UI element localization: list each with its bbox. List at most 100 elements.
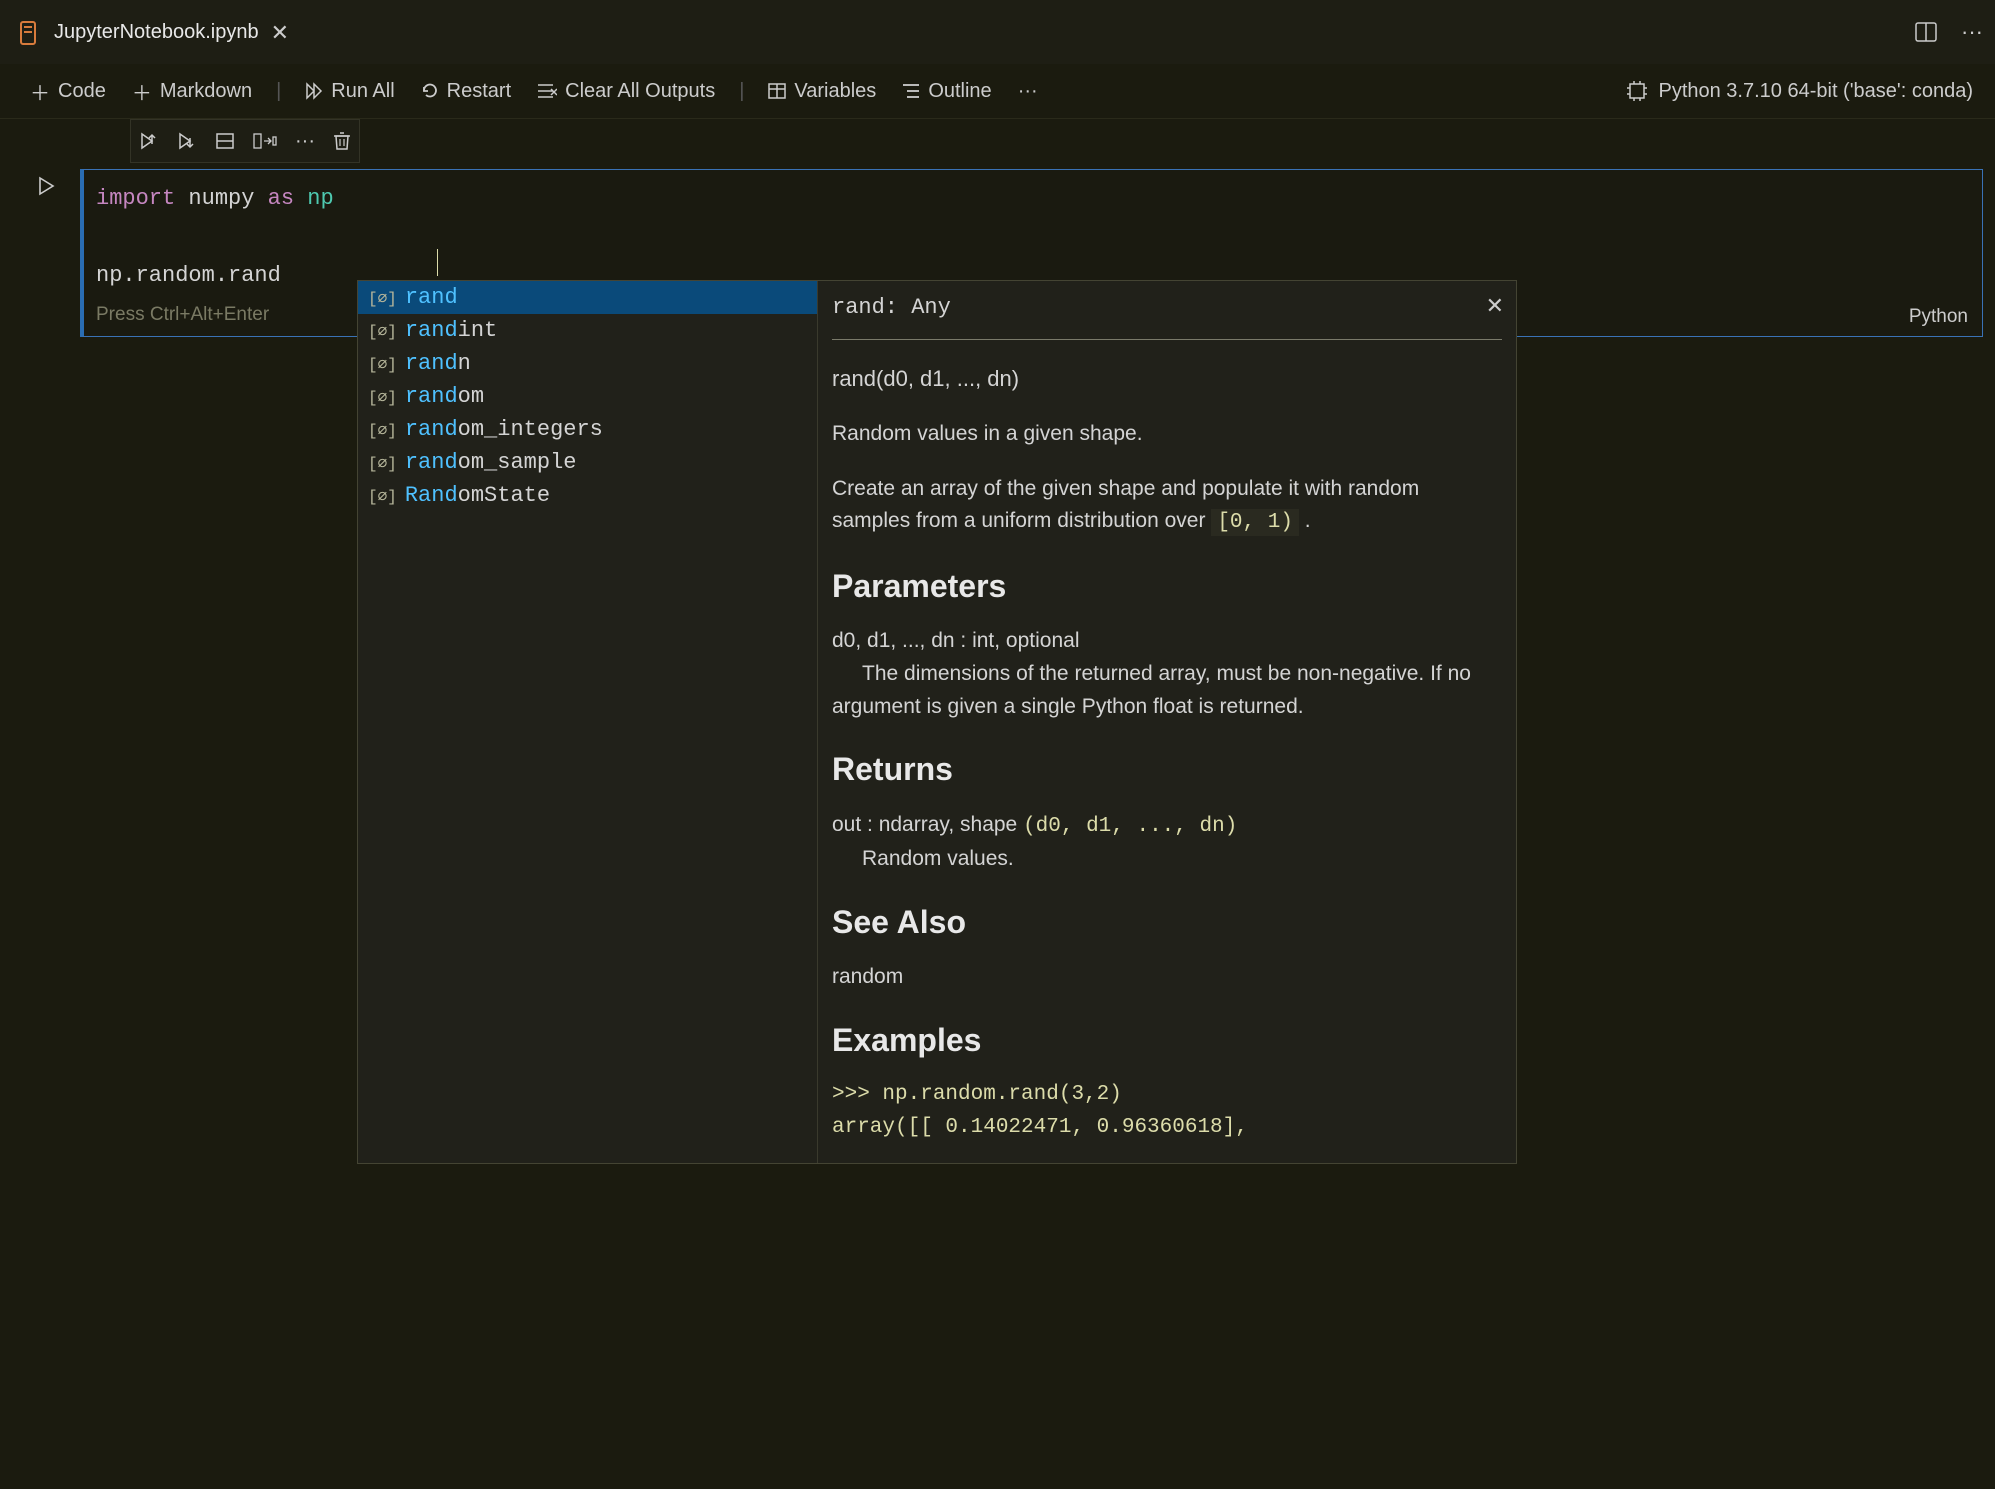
add-code-button[interactable]: ＋ Code [22, 71, 114, 112]
run-cell-icon[interactable] [36, 175, 56, 337]
match-text: rand [405, 318, 458, 343]
doc-example-line: >>> np.random.rand(3,2) [832, 1079, 1502, 1112]
run-by-line-icon[interactable] [139, 132, 159, 150]
run-all-icon [305, 82, 323, 100]
outline-icon [902, 83, 920, 99]
more-actions-icon[interactable]: ··· [1961, 19, 1983, 45]
doc-inline-code: (d0, d1, ..., dn) [1023, 815, 1237, 838]
variables-icon [768, 83, 786, 99]
keyword-import: import [96, 186, 175, 211]
toolbar-more-icon[interactable]: ··· [1010, 74, 1046, 109]
match-text: rand [405, 285, 458, 310]
restart-icon [421, 82, 439, 100]
autocomplete-widget: [⌀] rand [⌀] randint [⌀] randn [⌀] rando… [357, 280, 1517, 1164]
code-text: numpy [175, 186, 267, 211]
symbol-icon: [⌀] [368, 453, 397, 473]
doc-header: rand: Any [832, 291, 1502, 340]
doc-text: . [1299, 509, 1311, 532]
suggestion-item[interactable]: [⌀] randint [358, 314, 817, 347]
divider: | [276, 80, 281, 103]
rest-text: n [458, 351, 471, 376]
suggestion-item[interactable]: [⌀] RandomState [358, 479, 817, 512]
symbol-icon: [⌀] [368, 354, 397, 374]
outline-label: Outline [928, 80, 991, 103]
match-text: rand [405, 384, 458, 409]
match-text: rand [405, 351, 458, 376]
doc-heading-examples: Examples [832, 1016, 1502, 1066]
suggestion-item[interactable]: [⌀] randn [358, 347, 817, 380]
rest-text: int [458, 318, 498, 343]
tab-bar: JupyterNotebook.ipynb ✕ ··· [0, 0, 1995, 64]
doc-seealso: random [832, 961, 1502, 994]
variables-button[interactable]: Variables [760, 74, 884, 109]
split-editor-icon[interactable] [1915, 21, 1937, 43]
code-text: np [294, 186, 334, 211]
doc-inline-code: [0, 1) [1211, 509, 1299, 536]
documentation-panel[interactable]: ✕ rand: Any rand(d0, d1, ..., dn) Random… [818, 281, 1516, 1163]
doc-heading-parameters: Parameters [832, 562, 1502, 612]
cell-toolbar: ··· [130, 119, 360, 163]
kernel-label: Python 3.7.10 64-bit ('base': conda) [1658, 80, 1973, 103]
doc-example-line: array([[ 0.14022471, 0.96360618], [832, 1112, 1502, 1145]
suggestion-item[interactable]: [⌀] random_integers [358, 413, 817, 446]
add-markdown-button[interactable]: ＋ Markdown [124, 71, 260, 112]
suggestion-item[interactable]: [⌀] random_sample [358, 446, 817, 479]
symbol-icon: [⌀] [368, 420, 397, 440]
doc-heading-seealso: See Also [832, 898, 1502, 948]
text-cursor [437, 249, 438, 276]
symbol-icon: [⌀] [368, 486, 397, 506]
rest-text: omState [458, 483, 550, 508]
symbol-icon: [⌀] [368, 288, 397, 308]
rest-text: om_integers [458, 417, 603, 442]
ellipsis-icon[interactable]: ··· [295, 130, 315, 153]
clear-outputs-icon [537, 83, 557, 99]
match-text: Rand [405, 483, 458, 508]
more-cell-actions-icon[interactable] [253, 132, 277, 150]
match-text: rand [405, 450, 458, 475]
doc-signature: rand(d0, d1, ..., dn) [832, 362, 1502, 396]
kernel-selector[interactable]: Python 3.7.10 64-bit ('base': conda) [1626, 80, 1973, 103]
clear-outputs-button[interactable]: Clear All Outputs [529, 74, 723, 109]
code-text: np.random.rand [96, 263, 281, 288]
keyword-as: as [268, 186, 294, 211]
notebook-toolbar: ＋ Code ＋ Markdown | Run All Restart Clea… [0, 64, 1995, 119]
markdown-label: Markdown [160, 80, 252, 103]
suggestion-item[interactable]: [⌀] random [358, 380, 817, 413]
symbol-icon: [⌀] [368, 321, 397, 341]
doc-return-type: out : ndarray, shape (d0, d1, ..., dn) [832, 809, 1502, 844]
doc-heading-returns: Returns [832, 745, 1502, 795]
doc-summary: Random values in a given shape. [832, 418, 1502, 451]
doc-param-name: d0, d1, ..., dn : int, optional [832, 625, 1502, 658]
suggestion-item[interactable]: [⌀] rand [358, 281, 817, 314]
plus-icon: ＋ [30, 77, 50, 106]
doc-text: Create an array of the given shape and p… [832, 477, 1419, 533]
file-tab[interactable]: JupyterNotebook.ipynb ✕ [0, 0, 309, 64]
code-label: Code [58, 80, 106, 103]
run-all-button[interactable]: Run All [297, 74, 402, 109]
divider: | [739, 80, 744, 103]
execute-cell-icon[interactable] [177, 132, 197, 150]
restart-label: Restart [447, 80, 511, 103]
cell-language-label[interactable]: Python [1909, 306, 1968, 328]
rest-text: om_sample [458, 450, 577, 475]
run-all-label: Run All [331, 80, 394, 103]
variables-label: Variables [794, 80, 876, 103]
doc-return-desc: Random values. [832, 843, 1502, 876]
restart-button[interactable]: Restart [413, 74, 519, 109]
doc-text: out : ndarray, shape [832, 813, 1023, 836]
delete-cell-icon[interactable] [333, 131, 351, 151]
tab-title: JupyterNotebook.ipynb [54, 21, 259, 44]
match-text: rand [405, 417, 458, 442]
symbol-icon: [⌀] [368, 387, 397, 407]
rest-text: om [458, 384, 484, 409]
notebook-file-icon [20, 20, 42, 46]
run-gutter [12, 169, 80, 337]
tab-close-icon[interactable]: ✕ [271, 20, 289, 46]
close-icon[interactable]: ✕ [1486, 289, 1504, 323]
doc-description: Create an array of the given shape and p… [832, 473, 1502, 540]
split-cell-icon[interactable] [215, 132, 235, 150]
suggestion-list[interactable]: [⌀] rand [⌀] randint [⌀] randn [⌀] rando… [358, 281, 818, 1163]
kernel-icon [1626, 80, 1648, 102]
doc-param-desc: The dimensions of the returned array, mu… [832, 658, 1502, 723]
outline-button[interactable]: Outline [894, 74, 999, 109]
